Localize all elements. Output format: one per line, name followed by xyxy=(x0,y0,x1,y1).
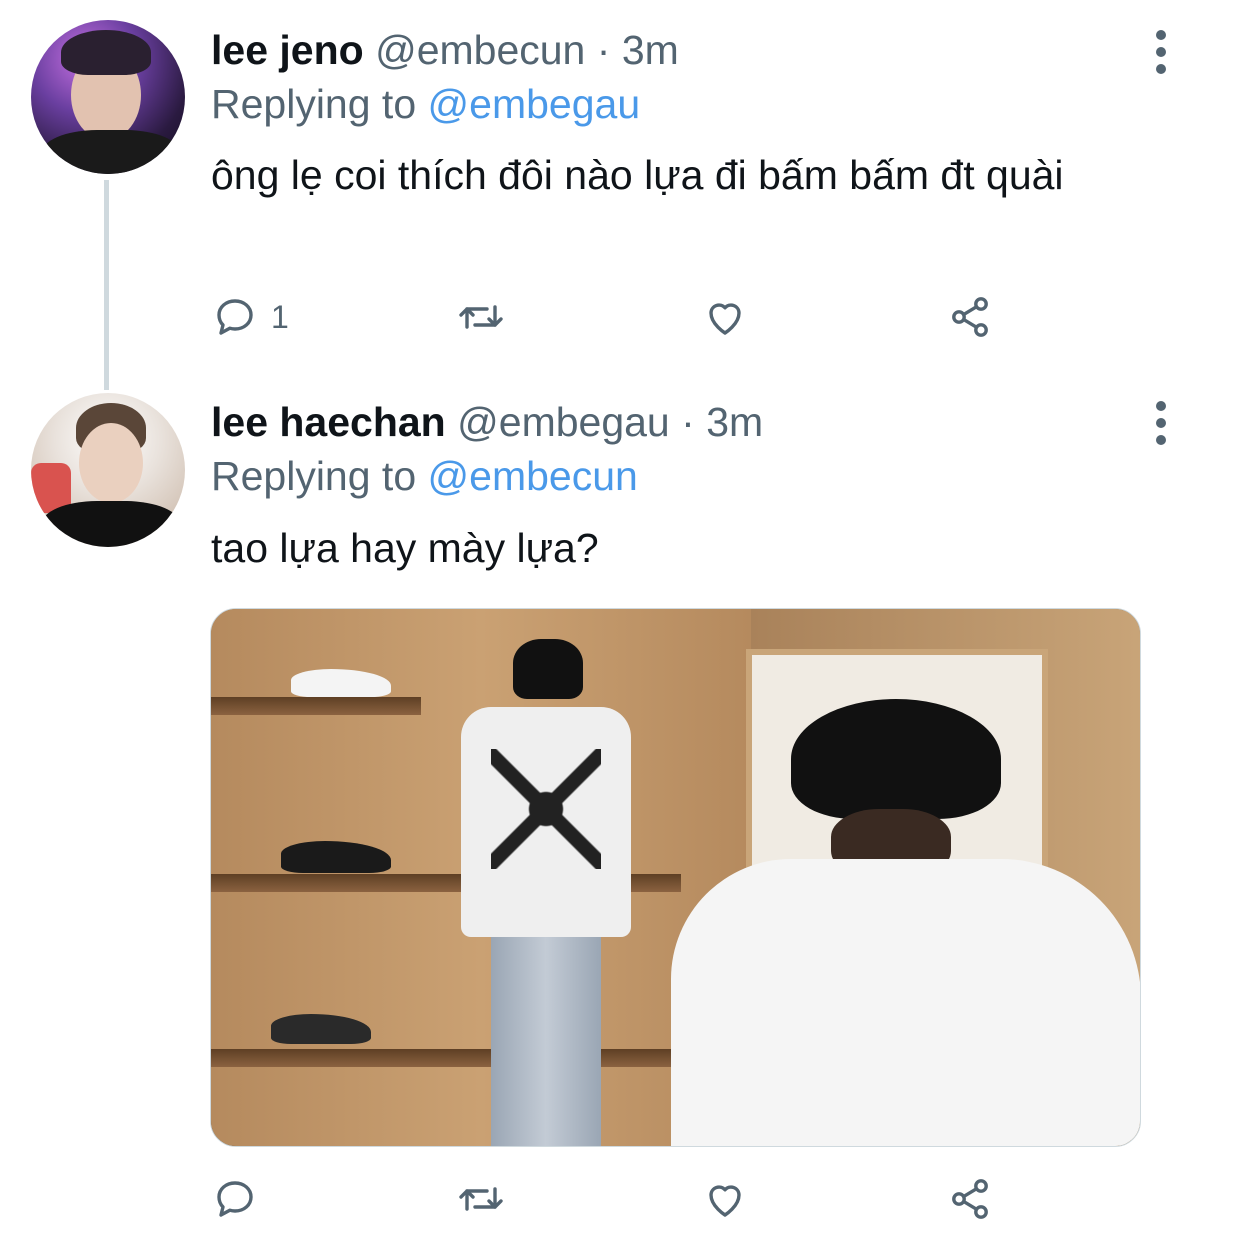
avatar-body xyxy=(41,130,181,174)
share-button[interactable] xyxy=(947,1174,995,1224)
tweet-actions: 1 xyxy=(211,292,1011,342)
share-icon xyxy=(952,297,988,337)
tweet-header: lee haechan @embegau · 3m xyxy=(211,398,763,446)
separator-dot: · xyxy=(596,27,611,73)
tweet-text: tao lựa hay mày lựa? xyxy=(211,525,599,571)
reply-count: 1 xyxy=(271,298,289,335)
tweet-actions xyxy=(211,1174,1011,1224)
reply-button[interactable]: 1 xyxy=(211,292,289,342)
timestamp[interactable]: 3m xyxy=(622,27,679,73)
avatar[interactable] xyxy=(31,20,185,174)
retweet-icon xyxy=(459,1187,503,1211)
user-handle[interactable]: @embegau xyxy=(457,399,670,445)
more-vertical-icon[interactable] xyxy=(1146,401,1176,445)
heart-icon xyxy=(709,303,741,335)
replying-to-label: Replying to xyxy=(211,81,417,127)
replying-to-label: Replying to xyxy=(211,453,417,499)
retweet-button[interactable] xyxy=(457,292,505,342)
replying-to: Replying to @embecun xyxy=(211,452,638,500)
avatar-hair xyxy=(61,30,151,75)
tweet-text: ông lẹ coi thích đôi nào lựa đi bấm bấm … xyxy=(211,152,1064,198)
tweet-photo[interactable] xyxy=(210,608,1141,1147)
retweet-button[interactable] xyxy=(457,1174,505,1224)
heart-icon xyxy=(709,1185,741,1217)
avatar-body xyxy=(41,501,181,547)
tweet-header: lee jeno @embecun · 3m xyxy=(211,26,679,74)
retweet-icon xyxy=(459,305,503,329)
share-button[interactable] xyxy=(947,292,995,342)
like-button[interactable] xyxy=(701,1174,749,1224)
reply-icon xyxy=(217,299,253,335)
separator-dot: · xyxy=(681,399,695,445)
share-icon xyxy=(952,1179,988,1219)
replying-to-mention[interactable]: @embegau xyxy=(428,81,641,127)
replying-to: Replying to @embegau xyxy=(211,80,640,128)
replying-to-mention[interactable]: @embecun xyxy=(428,453,638,499)
like-button[interactable] xyxy=(701,292,749,342)
display-name[interactable]: lee jeno xyxy=(211,27,364,73)
display-name[interactable]: lee haechan xyxy=(211,399,446,445)
person-right xyxy=(671,699,1140,1146)
reply-icon xyxy=(217,1181,253,1217)
thread-connector-line xyxy=(104,180,109,390)
more-vertical-icon[interactable] xyxy=(1146,30,1176,74)
timestamp[interactable]: 3m xyxy=(706,399,763,445)
avatar-face xyxy=(79,423,143,503)
reply-button[interactable] xyxy=(211,1174,259,1224)
person-left xyxy=(441,639,641,1146)
user-handle[interactable]: @embecun xyxy=(375,27,585,73)
avatar[interactable] xyxy=(31,393,185,547)
